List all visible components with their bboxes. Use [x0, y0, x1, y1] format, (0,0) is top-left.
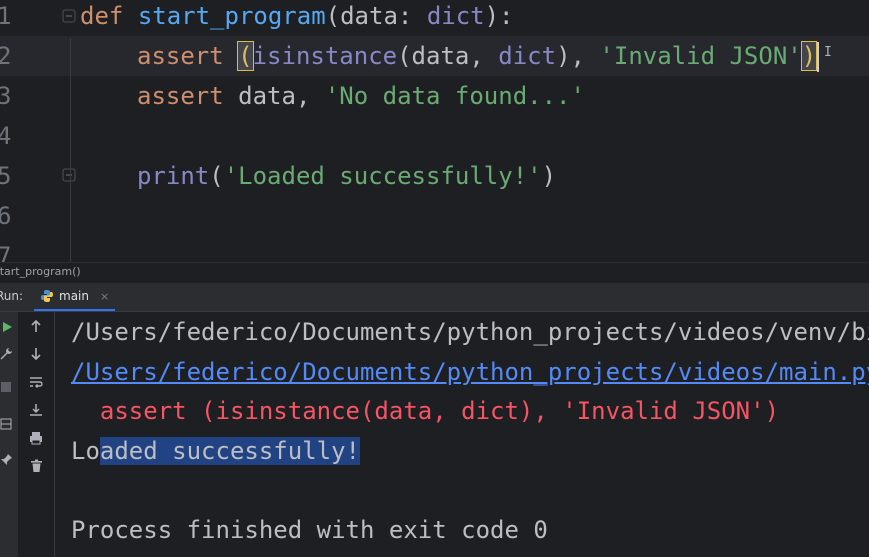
- trash-icon[interactable]: [27, 457, 45, 475]
- paren-colon: ):: [484, 2, 514, 30]
- pin-icon[interactable]: [0, 450, 15, 468]
- indent-guide: [70, 38, 71, 262]
- arrow-down-icon[interactable]: [27, 345, 45, 363]
- code-line-5: print('Loaded successfully!'): [137, 156, 556, 196]
- parameter: data:: [340, 2, 427, 30]
- console-exit-line: Process finished with exit code 0: [71, 516, 548, 544]
- console-toolbar: [18, 312, 55, 557]
- type-hint: dict: [426, 2, 485, 30]
- console-output-line: Loaded successfully!: [71, 431, 360, 471]
- arrow-up-icon[interactable]: [27, 317, 45, 335]
- print-icon[interactable]: [27, 429, 45, 447]
- code-line-2: assert (isinstance(data, dict), 'Invalid…: [137, 36, 820, 76]
- string-literal: 'Invalid JSON': [599, 42, 802, 70]
- wrench-icon[interactable]: [0, 345, 15, 363]
- string-literal: 'Loaded successfully!': [223, 162, 542, 190]
- paren: ): [541, 162, 557, 190]
- paren: (: [209, 162, 224, 190]
- string-literal: 'No data found...': [324, 82, 585, 110]
- console-warning-line: assert (isinstance(data, dict), 'Invalid…: [71, 397, 780, 425]
- run-tool-window-header: Run: main ×: [0, 283, 869, 312]
- keyword-def: def: [80, 2, 124, 30]
- line-number: 7: [0, 242, 12, 262]
- run-console-output[interactable]: /Users/federico/Documents/python_project…: [55, 312, 869, 557]
- code-line-1: def start_program(data: dict):: [80, 0, 514, 36]
- stop-icon[interactable]: [0, 378, 15, 396]
- line-number: 2: [0, 42, 12, 70]
- soft-wrap-icon[interactable]: [27, 373, 45, 391]
- keyword-assert: assert: [137, 82, 224, 110]
- breadcrumb[interactable]: start_program(): [0, 262, 869, 283]
- line-number: 4: [0, 122, 12, 150]
- tab-label: main: [59, 289, 89, 303]
- builtin-print: print: [137, 162, 210, 190]
- builtin-isinstance: isinstance: [252, 42, 398, 70]
- run-actions-toolbar: [0, 312, 19, 557]
- code-line-3: assert data, 'No data found...': [137, 76, 585, 116]
- line-number: 5: [0, 162, 12, 190]
- fold-collapse-icon[interactable]: [62, 9, 76, 23]
- matched-paren-close: ): [800, 41, 818, 71]
- run-icon[interactable]: [0, 318, 16, 336]
- console-line-interpreter: /Users/federico/Documents/python_project…: [71, 318, 869, 346]
- output-text: Lo: [71, 437, 100, 465]
- arguments: ),: [556, 42, 600, 70]
- fold-end-icon[interactable]: [62, 168, 76, 182]
- ibeam-cursor-icon: I: [824, 45, 832, 60]
- tab-main[interactable]: main ×: [34, 283, 116, 311]
- run-label: Run:: [0, 289, 24, 303]
- console-file-link[interactable]: /Users/federico/Documents/python_project…: [71, 352, 869, 392]
- expression: data,: [223, 82, 325, 110]
- close-icon[interactable]: ×: [100, 290, 109, 303]
- line-number: 6: [0, 202, 12, 230]
- code-editor[interactable]: 1 2 3 4 5 6 7 def start_program(data: di…: [0, 0, 869, 262]
- python-icon: [41, 290, 53, 302]
- paren: (: [325, 2, 341, 30]
- breadcrumb-item[interactable]: start_program(): [0, 265, 81, 278]
- scroll-to-end-icon[interactable]: [27, 401, 45, 419]
- function-name: start_program: [137, 2, 326, 30]
- line-number-gutter: 1 2 3 4 5 6 7: [0, 0, 60, 262]
- line-number: 3: [0, 82, 12, 110]
- keyword-assert: assert: [137, 42, 224, 70]
- line-number: 1: [0, 2, 12, 30]
- matched-paren-open: (: [237, 41, 254, 71]
- selected-text: aded successfully!: [99, 437, 360, 465]
- text-caret: [817, 42, 820, 72]
- arguments: (data,: [397, 42, 499, 70]
- layout-icon[interactable]: [0, 415, 15, 433]
- builtin-dict: dict: [498, 42, 557, 70]
